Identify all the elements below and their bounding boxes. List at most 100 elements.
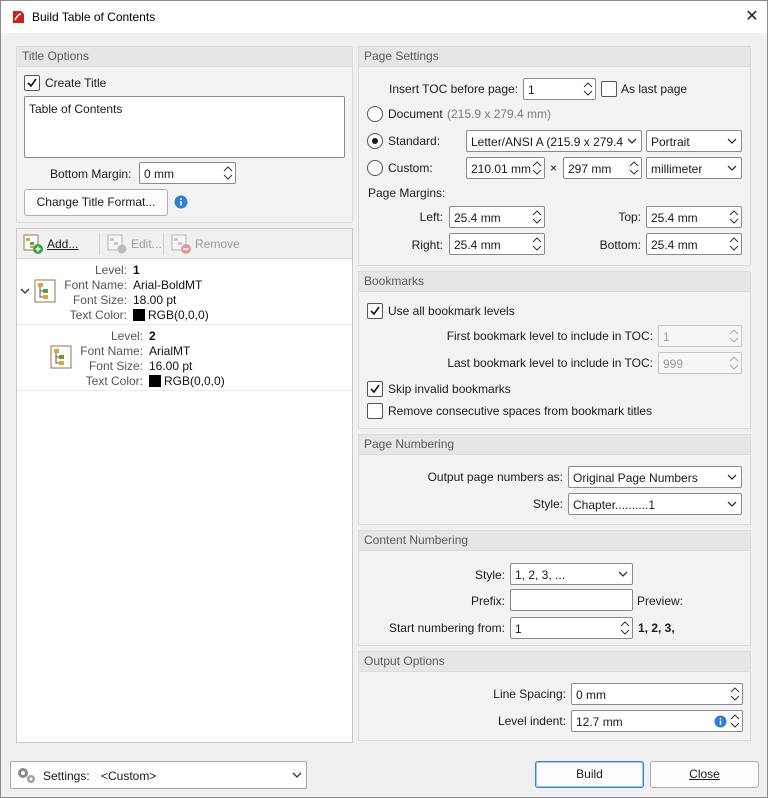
custom-label: Custom: <box>388 161 433 175</box>
use-all-levels-label: Use all bookmark levels <box>388 304 515 318</box>
create-title-checkbox[interactable] <box>24 75 40 91</box>
output-page-numbers-label: Output page numbers as: <box>427 470 563 484</box>
edit-level-label: Edit... <box>131 237 162 251</box>
custom-size-radio[interactable] <box>367 160 383 176</box>
output-options-header: Output Options <box>359 652 750 672</box>
remove-level-button[interactable]: Remove <box>167 232 243 256</box>
dialog-window: Build Table of Contents ✕ Title Options … <box>0 0 768 798</box>
spin-arrows-icon[interactable] <box>727 207 741 227</box>
build-button[interactable]: Build <box>535 761 644 788</box>
as-last-page-checkbox[interactable] <box>601 81 617 97</box>
remove-spaces-checkbox[interactable] <box>367 403 383 419</box>
font-size-value: 16.00 pt <box>149 359 193 373</box>
font-name-key: Font Name: <box>64 278 127 292</box>
close-window-button[interactable]: ✕ <box>741 7 763 27</box>
bottom-margin-value: 0 mm <box>144 167 174 181</box>
level-indent-spinbox[interactable]: 12.7 mm <box>571 710 743 732</box>
content-style-select[interactable]: 1, 2, 3, ... <box>510 563 633 585</box>
standard-size-radio[interactable] <box>367 133 383 149</box>
spin-arrows-icon[interactable] <box>221 163 235 183</box>
spin-arrows-icon[interactable] <box>581 79 595 99</box>
edit-level-button[interactable]: Edit... <box>103 232 165 256</box>
document-label: Document <box>388 107 443 121</box>
info-icon[interactable] <box>714 715 727 728</box>
standard-label: Standard: <box>388 134 441 148</box>
title-text-area[interactable]: Table of Contents <box>24 96 345 158</box>
top-margin-label: Top: <box>618 210 641 224</box>
left-margin-spinbox[interactable]: 25.4 mm <box>449 206 545 228</box>
output-page-numbers-value: Original Page Numbers <box>573 471 698 485</box>
spin-arrows-icon[interactable] <box>728 711 742 731</box>
level-key: Level: <box>94 263 127 277</box>
last-level-spinbox[interactable]: 999 <box>658 352 742 374</box>
info-icon[interactable] <box>174 195 188 209</box>
spin-arrows-icon[interactable] <box>530 207 544 227</box>
right-margin-spinbox[interactable]: 25.4 mm <box>449 233 545 255</box>
bottom-margin-page-value: 25.4 mm <box>651 238 698 252</box>
remove-level-label: Remove <box>195 237 240 251</box>
font-name-value: Arial-BoldMT <box>133 278 203 292</box>
color-swatch <box>149 375 161 387</box>
line-spacing-label: Line Spacing: <box>493 687 566 701</box>
spin-arrows-icon[interactable] <box>627 158 641 178</box>
chevron-down-icon <box>292 772 302 778</box>
skip-invalid-checkbox[interactable] <box>367 381 383 397</box>
level-value: 1 <box>133 263 140 277</box>
custom-width-value: 210.01 mm <box>471 162 532 176</box>
gear-icon <box>18 768 35 783</box>
top-margin-spinbox[interactable]: 25.4 mm <box>646 206 742 228</box>
document-size-text: (215.9 x 279.4 mm) <box>447 107 552 121</box>
level-row-1[interactable]: Level: 1 Font Name: Arial-BoldMT Font Si… <box>17 259 352 325</box>
bottom-margin-page-spinbox[interactable]: 25.4 mm <box>646 233 742 255</box>
settings-label: Settings: <box>43 769 90 783</box>
preview-value: 1, 2, 3, <box>638 621 675 635</box>
level-value: 2 <box>149 329 156 343</box>
orientation-select[interactable]: Portrait <box>646 130 742 152</box>
level-indent-value: 12.7 mm <box>576 715 623 729</box>
font-size-key: Font Size: <box>88 359 143 373</box>
close-button[interactable]: Close <box>650 761 759 788</box>
use-all-levels-checkbox[interactable] <box>367 303 383 319</box>
line-spacing-spinbox[interactable]: 0 mm <box>571 683 743 705</box>
start-numbering-spinbox[interactable]: 1 <box>510 617 633 639</box>
page-number-style-select[interactable]: Chapter..........1 <box>568 493 742 515</box>
prefix-input[interactable] <box>510 589 633 611</box>
bottom-margin-spinbox[interactable]: 0 mm <box>139 162 236 184</box>
insert-before-spinbox[interactable]: 1 <box>523 78 596 100</box>
page-settings-header: Page Settings <box>359 47 750 67</box>
color-swatch <box>133 309 145 321</box>
add-level-label: Add... <box>47 237 79 251</box>
chevron-down-icon <box>618 571 628 577</box>
spin-arrows-icon[interactable] <box>727 234 741 254</box>
output-page-numbers-select[interactable]: Original Page Numbers <box>568 466 742 488</box>
custom-width-spinbox[interactable]: 210.01 mm <box>466 157 545 179</box>
last-level-label: Last bookmark level to include in TOC: <box>447 356 653 370</box>
bottom-margin-page-label: Bottom: <box>599 238 641 252</box>
unit-select[interactable]: millimeter <box>646 157 742 179</box>
document-size-radio[interactable] <box>367 106 383 122</box>
level-row-2[interactable]: Level: 2 Font Name: ArialMT Font Size: 1… <box>17 325 352 391</box>
content-numbering-header: Content Numbering <box>359 531 750 551</box>
create-title-label: Create Title <box>45 76 107 90</box>
spin-arrows-icon[interactable] <box>728 684 742 704</box>
spin-arrows-icon[interactable] <box>618 618 632 638</box>
left-margin-label: Left: <box>419 210 443 224</box>
page-number-style-label: Style: <box>532 497 563 511</box>
preview-label: Preview: <box>637 594 684 608</box>
font-size-key: Font Size: <box>72 293 127 307</box>
text-color-value: RGB(0,0,0) <box>149 374 225 388</box>
change-title-format-button[interactable]: Change Title Format... <box>24 189 168 216</box>
prefix-label: Prefix: <box>470 594 505 608</box>
first-level-spinbox[interactable]: 1 <box>658 325 742 347</box>
spin-arrows-icon[interactable] <box>530 158 544 178</box>
text-color-key: Text Color: <box>85 374 143 388</box>
first-level-label: First bookmark level to include in TOC: <box>446 329 653 343</box>
spin-arrows-icon[interactable] <box>530 234 544 254</box>
text-color-key: Text Color: <box>69 308 127 322</box>
custom-height-spinbox[interactable]: 297 mm <box>563 157 642 179</box>
chevron-down-icon <box>727 474 737 480</box>
content-style-value: 1, 2, 3, ... <box>515 568 566 582</box>
settings-select[interactable]: Settings: <Custom> <box>10 761 307 789</box>
standard-size-select[interactable]: Letter/ANSI A (215.9 x 279.4 m <box>466 130 642 152</box>
add-level-button[interactable]: Add... <box>19 232 81 256</box>
